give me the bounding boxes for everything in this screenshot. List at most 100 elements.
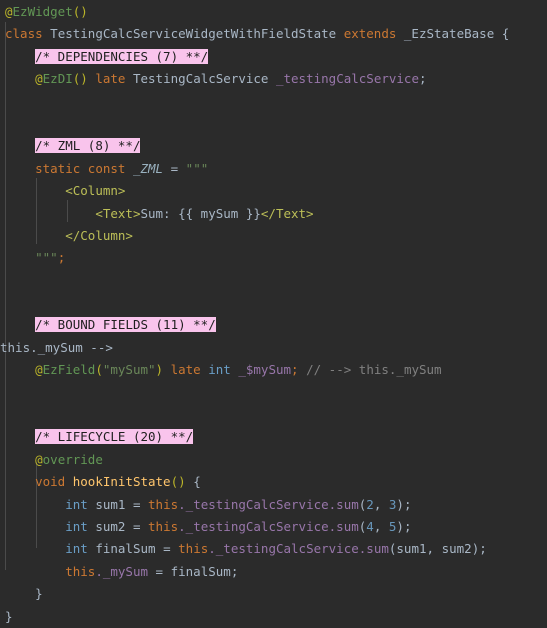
line-ezdi-field: @EzDI() late TestingCalcService _testing… — [0, 68, 547, 90]
annotation-open-paren: ( — [95, 362, 103, 378]
semicolon: ; — [479, 541, 487, 557]
method-name-hook-init-state: hookInitState — [72, 474, 171, 490]
keyword-late: late — [95, 71, 126, 87]
keyword-const: const — [87, 160, 126, 176]
equals-sign: = — [170, 160, 179, 176]
type-int: int — [208, 362, 231, 378]
keyword-this: this — [148, 519, 179, 534]
comment-mysum-mapping: // --> this._mySum — [306, 362, 442, 378]
keyword-this: this — [148, 496, 179, 512]
annotation-arg-mysum: "mySum" — [102, 362, 156, 378]
line-class-declaration: class TestingCalcServiceWidgetWithFieldS… — [0, 23, 547, 45]
argument-sum2: sum2 — [441, 541, 472, 557]
variable-sum2: sum2 — [95, 519, 126, 534]
arg-comma: , — [426, 541, 442, 557]
triple-quote-close: """ — [35, 250, 58, 266]
equals-sign: = — [155, 563, 164, 579]
superclass-name: _EzStateBase — [403, 26, 495, 42]
annotation-close-paren: ) — [155, 362, 164, 378]
keyword-late: late — [170, 362, 201, 378]
annotation-at-sign: @ — [35, 362, 43, 378]
receiver-testing-calc-service: ._testingCalcService — [178, 496, 329, 512]
equals-sign: = — [132, 519, 141, 534]
line-zml-column-close: </Column> — [0, 225, 547, 247]
section-marker-lifecycle: /* LIFECYCLE (20) **/ — [35, 429, 194, 445]
zml-text-label: Sum: — [140, 205, 179, 221]
line-hook-init-state-signature: void hookInitState() { — [0, 471, 547, 493]
receiver-testing-calc-service: ._testingCalcService — [178, 519, 329, 534]
annotation-at-sign: @ — [35, 451, 43, 467]
zml-tag-text-open: <Text> — [95, 205, 141, 221]
line-zml-terminator: """; — [0, 247, 547, 269]
semicolon: ; — [418, 71, 427, 87]
variable-sum1: sum1 — [95, 496, 126, 512]
argument-1: 4 — [366, 519, 374, 534]
close-paren: ) — [396, 519, 404, 534]
line-section-bound-fields: /* BOUND FIELDS (11) **/ — [0, 314, 547, 336]
code-content: @EzWidget() class TestingCalcServiceWidg… — [0, 1, 547, 628]
argument-sum1: sum1 — [396, 541, 427, 557]
zml-binding-mysum: {{ mySum }} — [178, 205, 261, 221]
const-name-zml: _ZML — [132, 160, 164, 176]
method-parens: () — [170, 474, 186, 490]
equals-sign: = — [132, 496, 141, 512]
line-ezfield: @EzField("mySum") late int _$mySum; // -… — [0, 359, 547, 381]
section-marker-zml: /* ZML (8) **/ — [35, 138, 141, 154]
line-section-zml: /* ZML (8) **/ — [0, 135, 547, 157]
semicolon: ; — [57, 250, 66, 266]
line-sum1: int sum1 = this._testingCalcService.sum(… — [0, 494, 547, 516]
line-ez-widget-annotation: @EzWidget() — [0, 1, 547, 23]
code-editor[interactable]: @EzWidget() class TestingCalcServiceWidg… — [0, 0, 547, 624]
annotation-name-override: override — [42, 451, 103, 467]
semicolon: ; — [230, 563, 239, 579]
annotation-parens: () — [72, 71, 88, 87]
zml-tag-text-close: </Text> — [260, 205, 314, 221]
zml-tag-column-open: <Column> — [65, 183, 126, 199]
type-int: int — [65, 541, 88, 557]
section-marker-bound-fields: /* BOUND FIELDS (11) **/ — [35, 317, 216, 333]
annotation-name-ezfield: EzField — [42, 362, 96, 378]
line-zml-declaration: static const _ZML = """ — [0, 158, 547, 180]
close-paren: ) — [396, 496, 404, 512]
triple-quote-open: """ — [185, 160, 209, 176]
semicolon: ; — [403, 519, 412, 534]
line-class-close-brace: } — [0, 606, 547, 628]
line-method-close-brace: } — [0, 583, 547, 605]
line-zml-text: <Text>Sum: {{ mySum }}</Text> — [0, 203, 547, 225]
value-final-sum: finalSum — [170, 563, 231, 579]
section-marker-dependencies: /* DEPENDENCIES (7) **/ — [35, 48, 209, 64]
type-int: int — [65, 519, 88, 534]
keyword-static: static — [35, 160, 81, 176]
keyword-void: void — [35, 474, 66, 490]
type-int: int — [65, 496, 88, 512]
zml-tag-column-close: </Column> — [65, 227, 133, 243]
variable-final-sum: finalSum — [95, 541, 156, 557]
annotation-name-ezdi: EzDI — [42, 71, 73, 87]
line-sum2: int sum2 = this._testingCalcService.sum(… — [0, 516, 547, 538]
arg-comma: , — [373, 519, 389, 534]
line-section-lifecycle: /* LIFECYCLE (20) **/ — [0, 426, 547, 448]
method-call-sum: .sum — [328, 519, 359, 534]
semicolon: ; — [403, 496, 412, 512]
class-name: TestingCalcServiceWidgetWithFieldState — [50, 26, 337, 42]
arg-comma: , — [373, 496, 389, 512]
annotation-name-ezwidget: EzWidget — [12, 4, 73, 19]
line-override-annotation: @override — [0, 449, 547, 471]
keyword-class: class — [5, 26, 43, 42]
equals-sign: = — [163, 541, 171, 557]
receiver-testing-calc-service: ._testingCalcService — [208, 541, 359, 557]
class-close-brace: } — [5, 608, 13, 624]
keyword-this: this — [178, 541, 209, 557]
method-call-sum: .sum — [358, 541, 389, 557]
keyword-this: this — [65, 563, 96, 579]
argument-1: 2 — [366, 496, 374, 512]
field-dollar-mysum: _$mySum — [238, 362, 292, 378]
type-testing-calc-service: TestingCalcService — [132, 71, 269, 87]
field-mysum: ._mySum — [95, 563, 149, 579]
method-open-brace: { — [193, 474, 201, 490]
